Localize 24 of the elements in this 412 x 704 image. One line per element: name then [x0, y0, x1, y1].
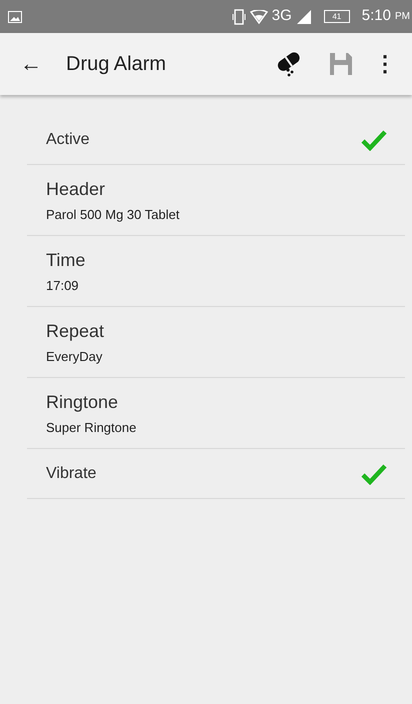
setting-summary: Super Ringtone — [46, 418, 138, 437]
setting-title: Repeat — [46, 320, 106, 343]
clock-meridiem: PM — [395, 10, 410, 24]
save-icon[interactable] — [328, 51, 354, 77]
network-type: 3G — [272, 6, 292, 26]
setting-title: Ringtone — [46, 390, 120, 414]
back-button[interactable]: ← — [20, 53, 42, 75]
screen-title: Drug Alarm — [66, 52, 166, 77]
battery-icon: 41 — [324, 10, 350, 23]
setting-summary: EveryDay — [46, 348, 104, 366]
vibrate-icon — [232, 8, 246, 24]
setting-title: Vibrate — [46, 464, 96, 484]
setting-summary: 17:09 — [46, 276, 80, 295]
setting-summary: Parol 500 Mg 30 Tablet — [46, 206, 180, 224]
image-icon — [8, 10, 22, 22]
more-options-button[interactable]: ⋮ — [370, 53, 400, 75]
wifi-icon — [250, 10, 268, 24]
setting-title: Time — [46, 248, 86, 272]
checkbox[interactable] — [361, 462, 387, 484]
signal-icon — [296, 10, 312, 24]
clock: 5:10 — [362, 6, 391, 26]
checkbox[interactable] — [361, 128, 387, 150]
setting-title: Active — [46, 130, 90, 150]
setting-title: Header — [46, 178, 106, 201]
